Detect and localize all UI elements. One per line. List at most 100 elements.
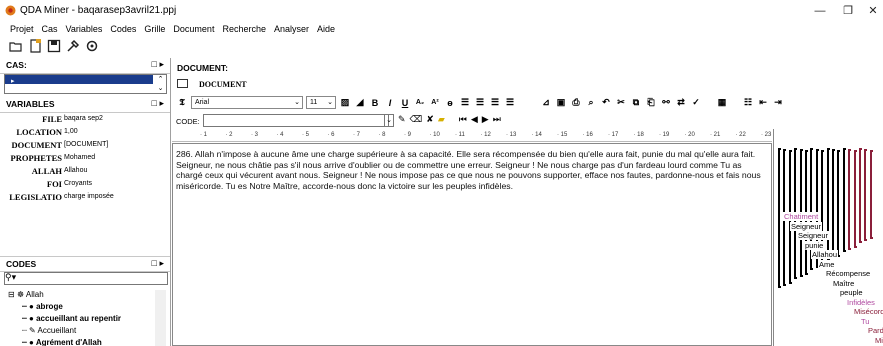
code-margin-label[interactable]: Allahou xyxy=(811,250,839,259)
tree-item[interactable]: ┈ ● accueillant au repentir xyxy=(22,314,121,326)
code-bracket[interactable] xyxy=(859,148,862,243)
bold-icon[interactable]: B xyxy=(369,98,381,108)
variable-row[interactable]: PROPHETES Mohamed xyxy=(0,153,170,166)
code-margin-label[interactable]: Chatiment xyxy=(783,212,820,221)
tree-item-allah[interactable]: ⊟ ☸ Allah xyxy=(8,290,44,302)
code-bracket[interactable] xyxy=(837,150,841,257)
code-margin-label[interactable]: peuple xyxy=(839,288,864,297)
ruler[interactable]: · 1 · 2 · 3 · 4 · 5 · 6 · 7 · 8 · 9 · 10 · 11 · 12 ·… xyxy=(172,129,772,142)
chevron-down-icon[interactable]: ⌄ xyxy=(384,114,394,127)
code-bracket[interactable] xyxy=(826,148,830,261)
code-margin-label[interactable]: Ame xyxy=(818,259,836,269)
restore-panel-icon[interactable]: □ ▸ xyxy=(152,98,164,109)
search-icon[interactable]: ⚲▾ xyxy=(5,272,16,283)
code-bracket[interactable] xyxy=(778,148,781,288)
restore-panel-icon[interactable]: □ ▸ xyxy=(152,258,164,269)
strikethrough-icon[interactable]: ɵ xyxy=(444,98,456,108)
new-document-icon[interactable] xyxy=(28,39,42,53)
tree-item[interactable]: ┈ ● Agrément d'Allah xyxy=(22,338,102,346)
menu-analyser[interactable]: Analyser xyxy=(271,23,312,38)
print-icon[interactable]: ⎙ xyxy=(570,97,582,108)
superscript-icon[interactable]: A² xyxy=(429,99,441,106)
code-bracket[interactable] xyxy=(864,149,868,241)
eraser-icon[interactable]: ⌫ xyxy=(410,114,423,125)
code-margin-label[interactable]: Misé xyxy=(874,335,883,345)
paste-icon[interactable]: ⎗ xyxy=(645,97,657,108)
increase-indent-icon[interactable]: ⇥ xyxy=(772,97,784,108)
spellcheck-icon[interactable]: ✓ xyxy=(690,97,702,108)
codes-search-input[interactable] xyxy=(4,272,168,285)
minimize-button[interactable]: — xyxy=(805,3,835,19)
italic-icon[interactable]: I xyxy=(384,98,396,108)
code-margin-label[interactable]: punie xyxy=(804,240,825,250)
code-margin-label[interactable]: Misécordie xyxy=(853,307,883,316)
table-icon[interactable]: ▦ xyxy=(716,97,728,108)
settings-icon[interactable] xyxy=(85,39,99,53)
tree-item[interactable]: ┈ ● abroge xyxy=(22,302,63,314)
subscript-icon[interactable]: A₂ xyxy=(414,99,426,106)
code-bracket[interactable] xyxy=(853,150,857,248)
open-icon[interactable]: ⊿ xyxy=(540,97,552,108)
align-right-icon[interactable]: ☰ xyxy=(489,97,501,108)
variable-row[interactable]: DOCUMENT [DOCUMENT] xyxy=(0,140,170,153)
variable-row[interactable]: LEGISLATIO charge imposée xyxy=(0,192,170,205)
align-left-icon[interactable]: ☰ xyxy=(459,97,471,108)
menu-grille[interactable]: Grille xyxy=(141,23,168,38)
code-margin-label[interactable]: Seigneur xyxy=(797,231,830,240)
code-margin-label[interactable]: Tu xyxy=(860,316,871,326)
variable-row[interactable]: FILE baqara sep2 xyxy=(0,114,170,127)
cas-selected-item[interactable]: ▸ xyxy=(5,75,153,85)
cut-icon[interactable]: ✂ xyxy=(615,97,627,108)
menu-variables[interactable]: Variables xyxy=(63,23,106,38)
pencil-icon[interactable]: ✎ xyxy=(398,114,406,125)
code-margin-label[interactable]: Infidèles xyxy=(846,297,876,307)
font-select[interactable]: Arial ⌄ xyxy=(191,96,303,109)
font-icon[interactable]: 𝕿 xyxy=(176,97,188,108)
code-margin-label[interactable]: Récompense xyxy=(825,269,872,278)
document-text[interactable]: 286. Allah n'impose à aucune âme une cha… xyxy=(176,149,766,191)
highlight-icon[interactable]: ▨ xyxy=(339,97,351,108)
remove-code-icon[interactable]: ✘ xyxy=(426,114,434,125)
code-margin-label[interactable]: Maître xyxy=(832,278,856,288)
code-bracket[interactable] xyxy=(869,150,873,239)
memo-icon[interactable]: ▰ xyxy=(438,114,445,125)
tools-icon[interactable] xyxy=(66,39,80,53)
cas-scrollbar[interactable]: ⌃ ⌄ xyxy=(155,75,166,93)
code-margin-label[interactable]: Pardon xyxy=(867,326,883,335)
code-bracket[interactable] xyxy=(842,148,846,252)
code-margin-label[interactable]: Seigneur xyxy=(790,221,823,231)
save-doc-icon[interactable]: ▣ xyxy=(555,97,567,108)
restore-panel-icon[interactable]: □ ▸ xyxy=(152,59,164,70)
close-button[interactable]: ✕ xyxy=(858,3,883,19)
code-input[interactable] xyxy=(203,114,389,127)
menu-document[interactable]: Document xyxy=(170,23,217,38)
print-preview-icon[interactable]: ⌕ xyxy=(585,97,597,108)
menu-projet[interactable]: Projet xyxy=(7,23,37,38)
previous-icon[interactable]: ◀ xyxy=(471,114,478,125)
font-size-select[interactable]: 11 ⌄ xyxy=(306,96,336,109)
next-icon[interactable]: ▶ xyxy=(482,114,489,125)
justify-icon[interactable]: ☰ xyxy=(504,97,516,108)
underline-icon[interactable]: U xyxy=(399,98,411,108)
first-icon[interactable]: ⏮ xyxy=(459,114,467,125)
tree-item[interactable]: ┈ ✎ Accueillant xyxy=(22,326,76,338)
variable-row[interactable]: LOCATION 1,00 xyxy=(0,127,170,140)
open-folder-icon[interactable] xyxy=(9,39,23,53)
menu-cas[interactable]: Cas xyxy=(39,23,61,38)
undo-icon[interactable]: ↶ xyxy=(600,97,612,108)
code-bracket[interactable] xyxy=(832,149,835,259)
document-tab[interactable]: DOCUMENT xyxy=(199,80,247,89)
menu-aide[interactable]: Aide xyxy=(314,23,338,38)
decrease-indent-icon[interactable]: ⇤ xyxy=(757,97,769,108)
collapse-icon[interactable]: ⊟ xyxy=(8,290,15,299)
align-center-icon[interactable]: ☰ xyxy=(474,97,486,108)
save-icon[interactable] xyxy=(47,39,61,53)
menu-codes[interactable]: Codes xyxy=(107,23,139,38)
menu-recherche[interactable]: Recherche xyxy=(219,23,269,38)
find-icon[interactable]: ⚯ xyxy=(660,97,672,108)
last-icon[interactable]: ⏭ xyxy=(493,114,501,125)
codes-scrollbar[interactable] xyxy=(155,290,166,346)
variable-row[interactable]: FOI Croyants xyxy=(0,179,170,192)
bullet-list-icon[interactable]: ☷ xyxy=(742,97,754,108)
variable-row[interactable]: ALLAH Allahou xyxy=(0,166,170,179)
